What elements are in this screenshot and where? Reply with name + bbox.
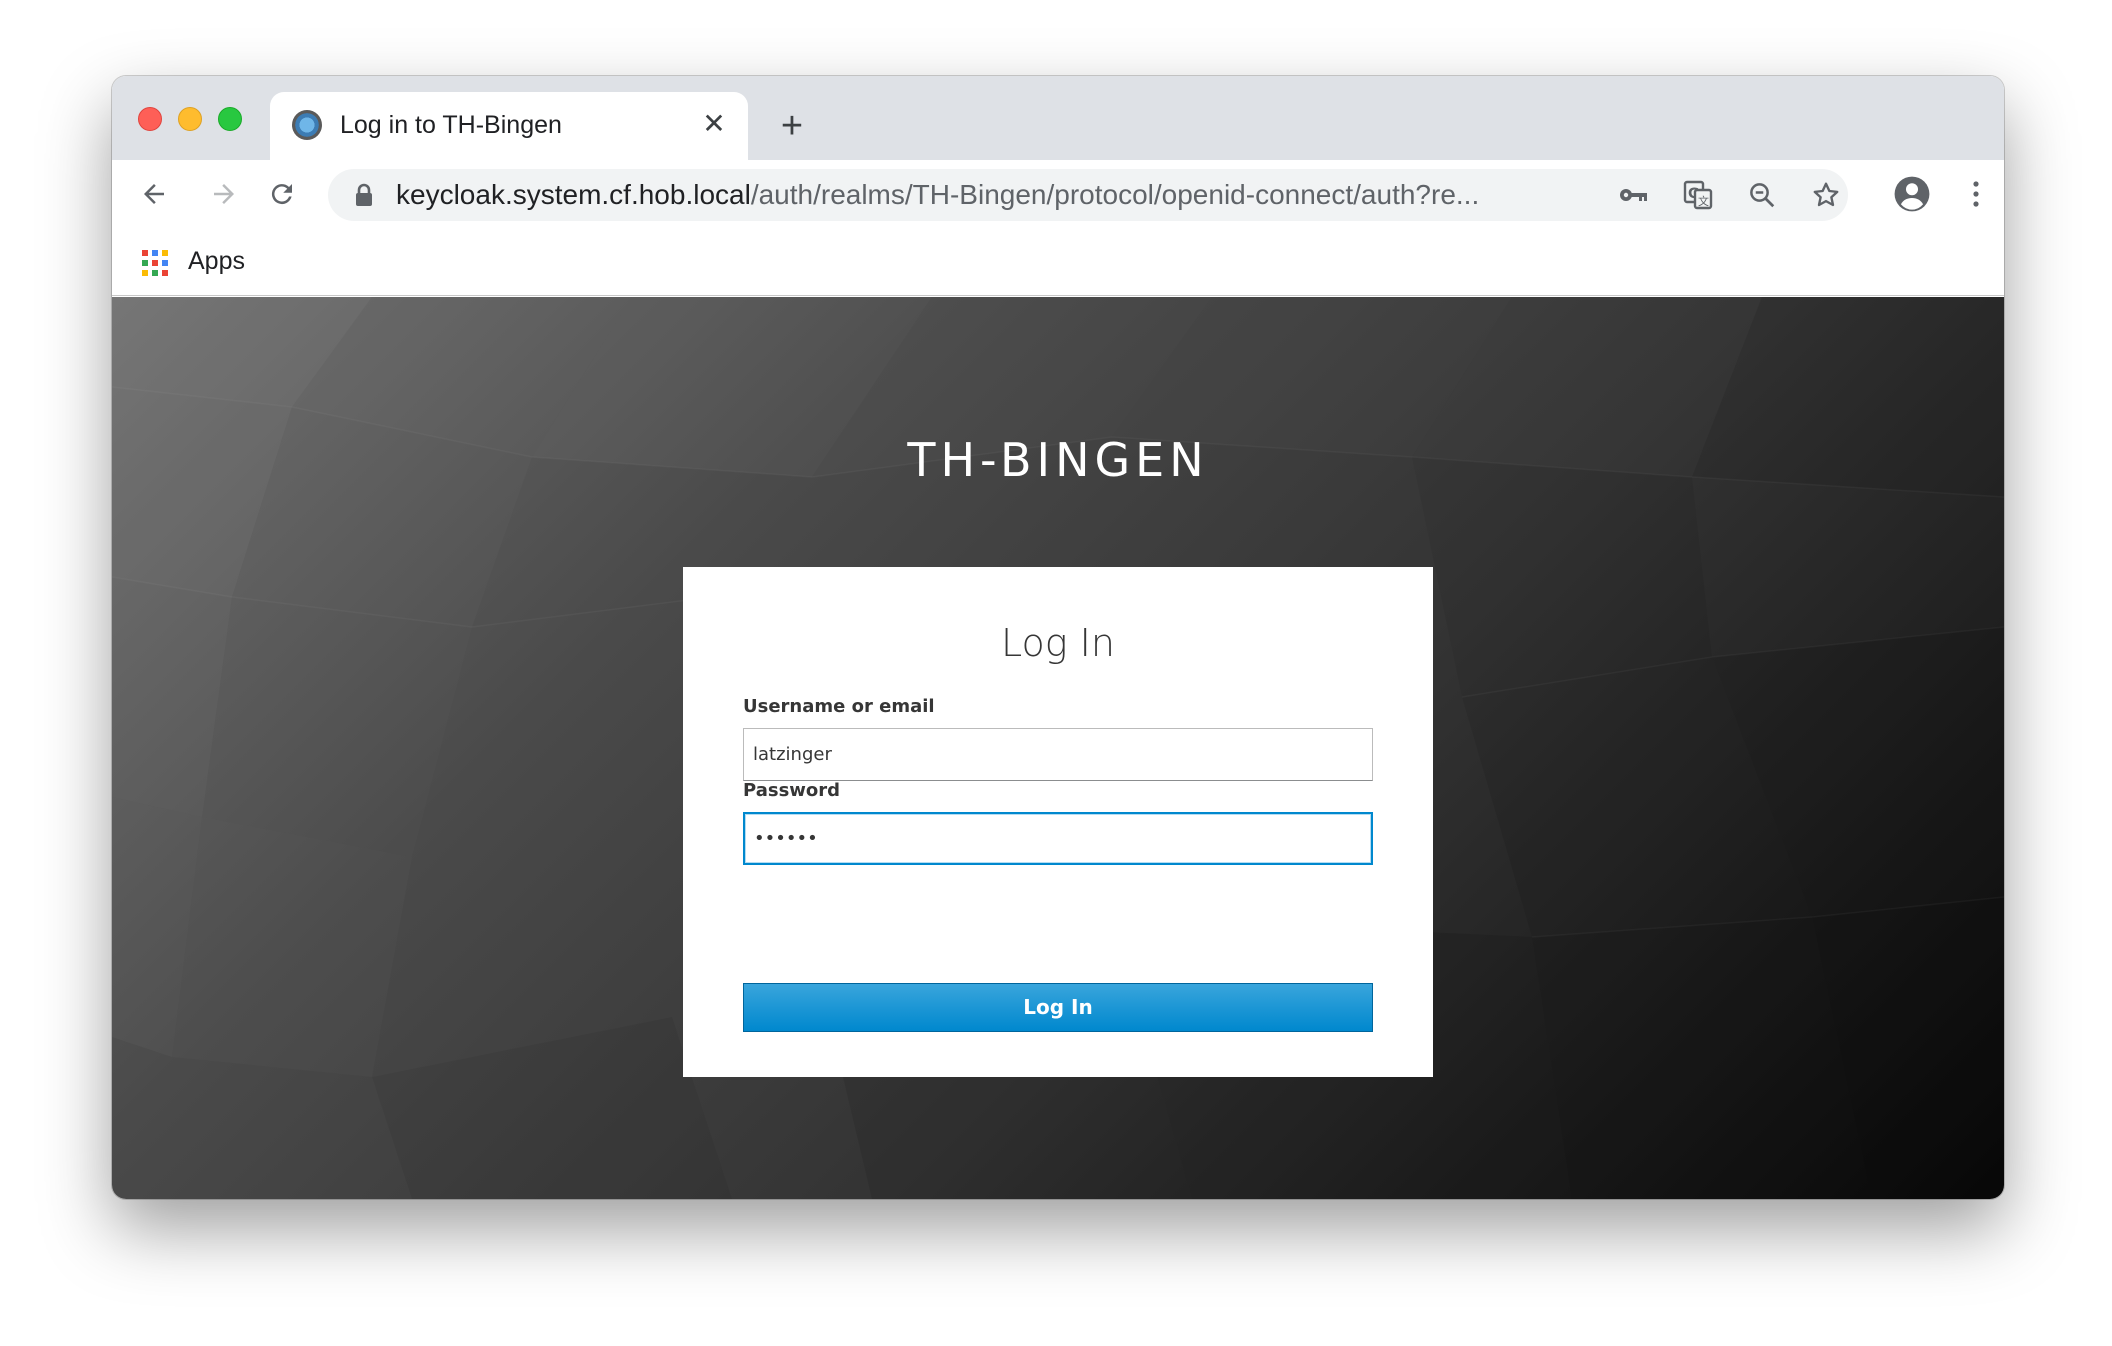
menu-icon[interactable] [1954,172,1998,216]
reload-icon[interactable] [260,172,304,216]
minimize-window-button[interactable] [178,107,202,131]
svg-text:文: 文 [1698,194,1709,208]
url-text: keycloak.system.cf.hob.local/auth/realms… [396,180,1480,210]
address-bar[interactable]: keycloak.system.cf.hob.local/auth/realms… [328,169,1848,221]
star-icon[interactable] [1810,179,1842,211]
translate-icon[interactable]: G文 [1682,179,1714,211]
close-window-button[interactable] [138,107,162,131]
password-field[interactable] [743,812,1373,865]
username-label: Username or email [743,696,935,717]
toolbar: keycloak.system.cf.hob.local/auth/realms… [112,160,2004,228]
bookmarks-bar: Apps [112,228,2004,296]
login-card: Log In Username or email Password Log In [683,567,1433,1077]
zoom-out-icon[interactable] [1746,179,1778,211]
login-page: TH-BINGEN Log In Username or email Passw… [112,297,2004,1199]
forward-icon[interactable] [202,172,246,216]
login-button[interactable]: Log In [743,983,1373,1032]
username-field[interactable] [743,728,1373,781]
browser-window: Log in to TH-Bingen ✕ + keycloak.system.… [112,76,2004,1199]
tab-title: Log in to TH-Bingen [340,111,562,139]
lock-icon [354,182,374,213]
profile-icon[interactable] [1890,172,1934,216]
close-icon[interactable]: ✕ [696,106,732,142]
new-tab-icon[interactable]: + [772,106,812,146]
tab-active[interactable]: Log in to TH-Bingen ✕ [270,92,748,160]
maximize-window-button[interactable] [218,107,242,131]
apps-icon[interactable] [142,250,168,276]
login-heading: Log In [1001,621,1115,665]
tab-strip: Log in to TH-Bingen ✕ + [112,76,2004,160]
password-label: Password [743,780,841,801]
back-icon[interactable] [132,172,176,216]
realm-title: TH-BINGEN [907,433,1209,487]
keycloak-icon [292,110,322,140]
apps-bookmark[interactable]: Apps [188,247,245,276]
key-icon[interactable] [1618,179,1650,211]
